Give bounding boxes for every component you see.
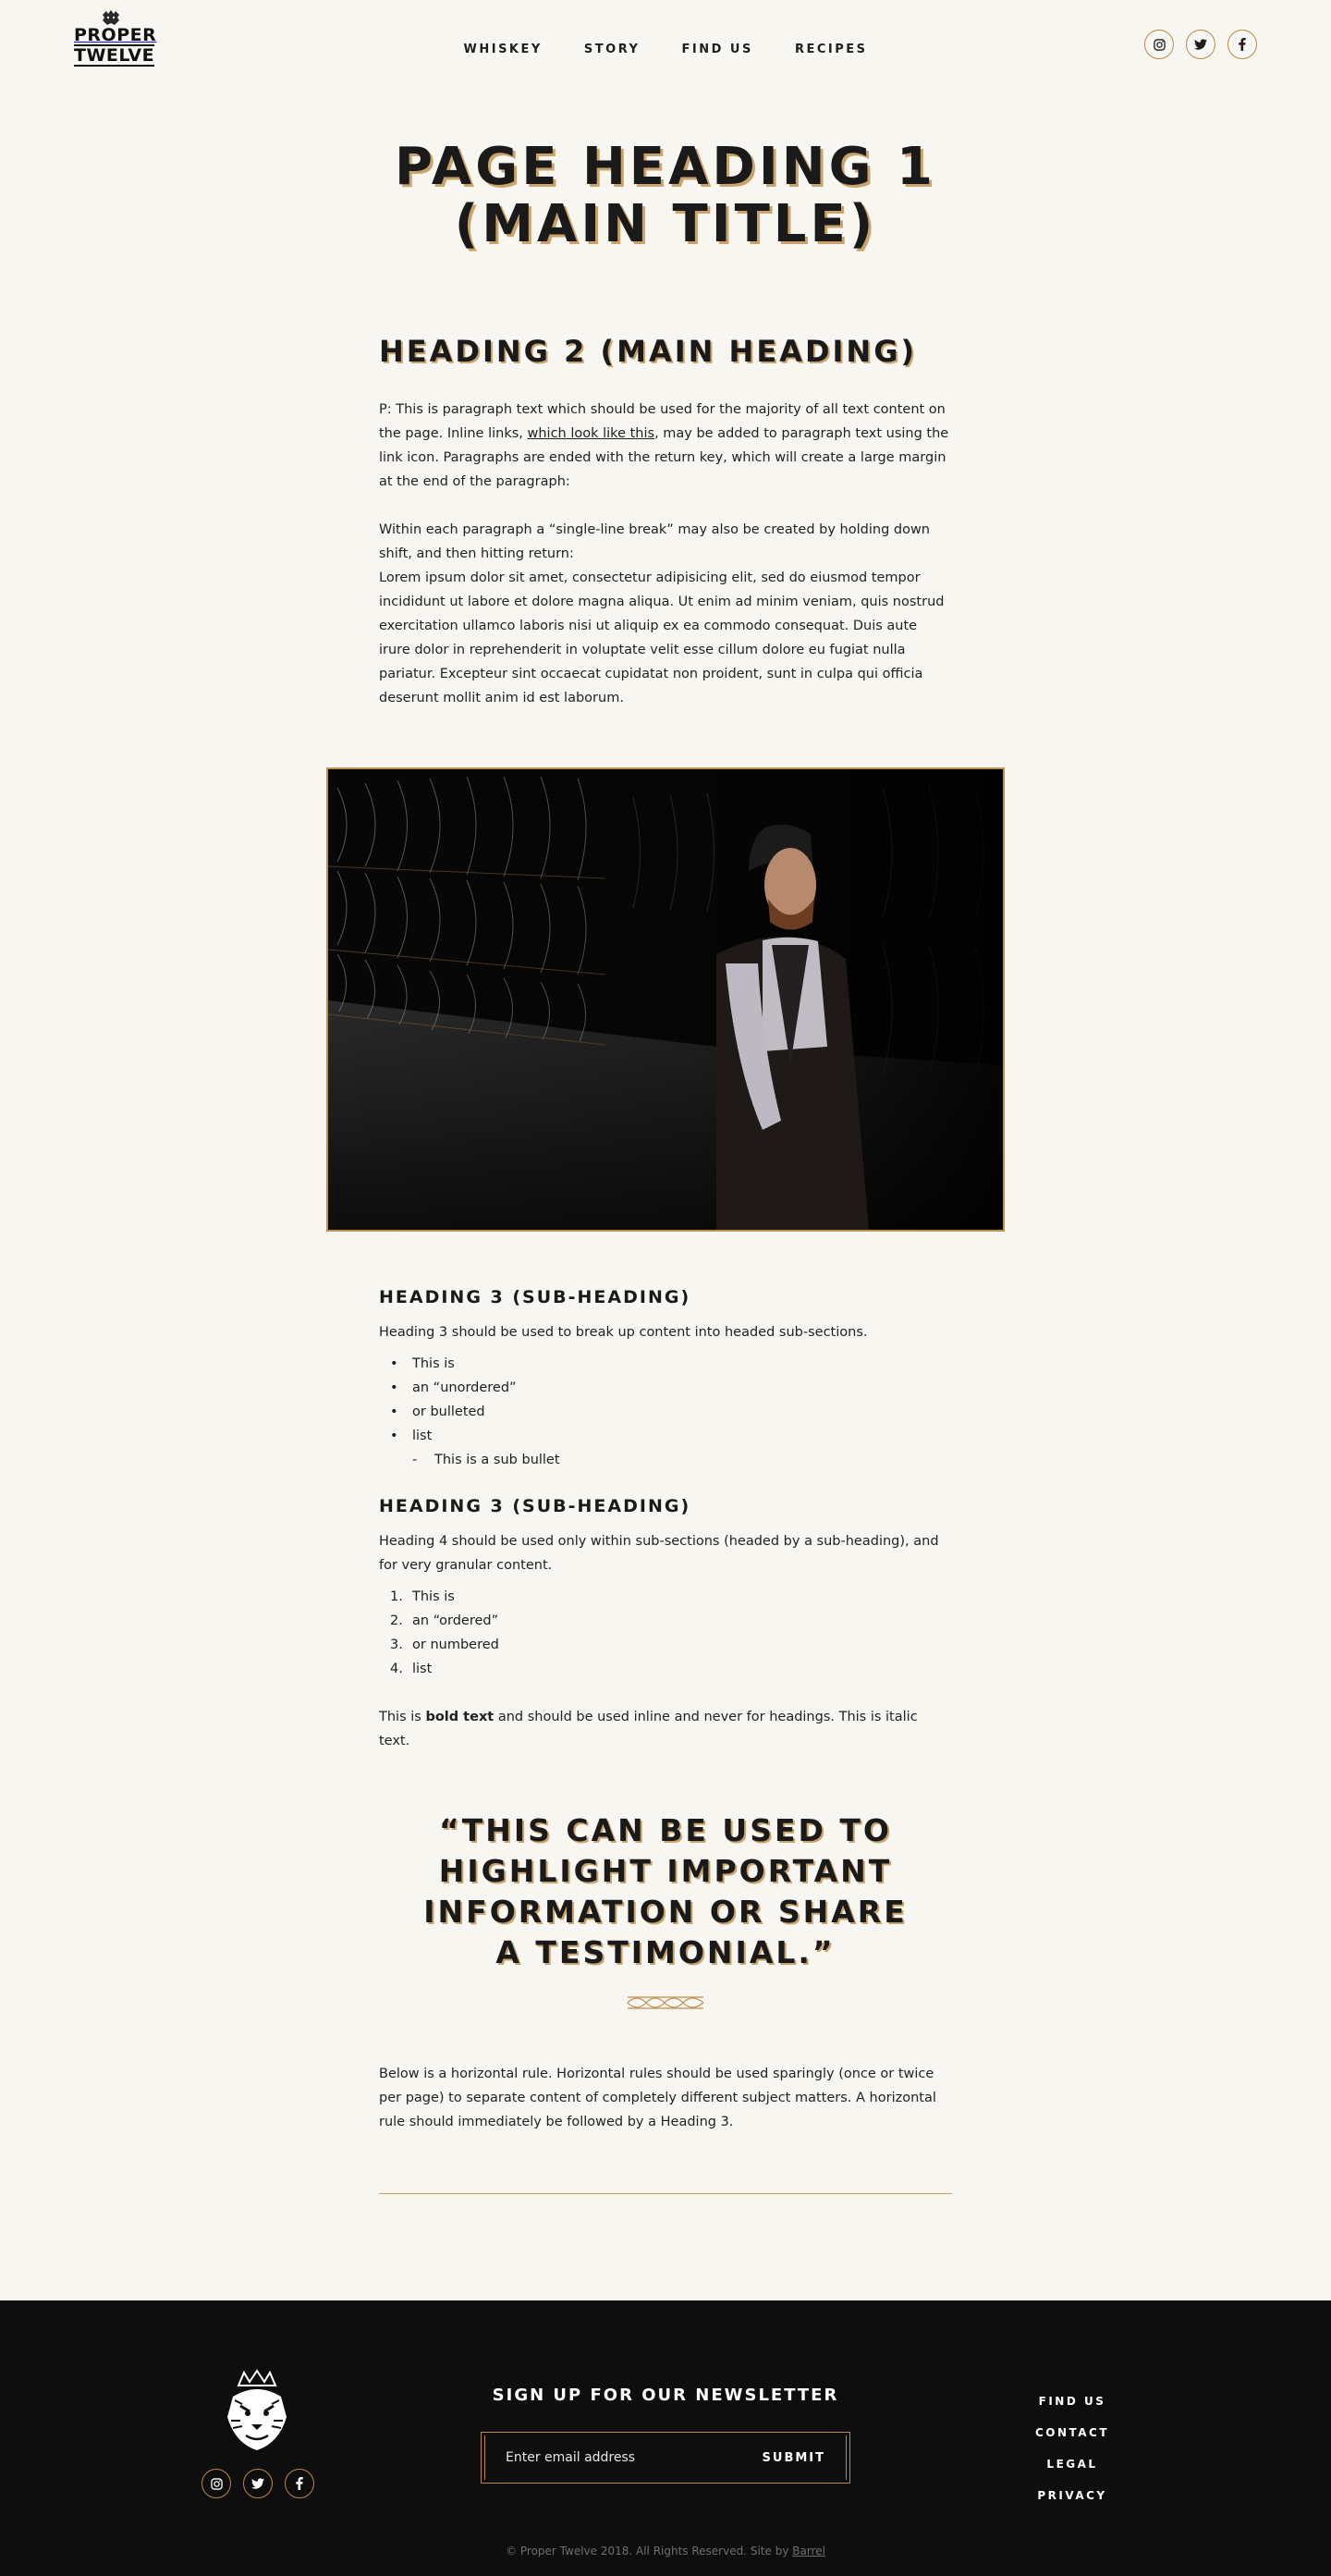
list-item: an “unordered” bbox=[390, 1376, 952, 1400]
page: PROPER TWELVE WHISKEY STORY FIND US RECI… bbox=[0, 0, 1331, 2576]
footer-link-legal[interactable]: LEGAL bbox=[1017, 2448, 1128, 2480]
list-text: This is bbox=[412, 1589, 455, 1604]
list-item: 1. This is bbox=[390, 1585, 952, 1609]
hr-section: Below is a horizontal rule. Horizontal r… bbox=[379, 2062, 952, 2194]
ornament-divider bbox=[407, 1993, 924, 2016]
nav-story[interactable]: STORY bbox=[584, 43, 641, 56]
instagram-button[interactable] bbox=[201, 2469, 231, 2498]
footer-nav: FIND US CONTACT LEGAL PRIVACY bbox=[1017, 2386, 1128, 2511]
nav-find-us[interactable]: FIND US bbox=[682, 43, 753, 56]
list-item: or bulleted bbox=[390, 1400, 952, 1424]
twitter-button[interactable] bbox=[1186, 30, 1215, 59]
lorem-paragraph: Within each paragraph a “single-line bre… bbox=[379, 518, 952, 710]
bold-text: bold text bbox=[425, 1710, 495, 1724]
barrel-warehouse-photo bbox=[328, 769, 1003, 1230]
facebook-button[interactable] bbox=[1227, 30, 1257, 59]
list-number: 2. bbox=[390, 1613, 403, 1628]
instagram-icon bbox=[210, 2477, 223, 2490]
list-item: 2. an “ordered” bbox=[390, 1609, 952, 1633]
facebook-icon bbox=[296, 2477, 303, 2490]
hero-image bbox=[326, 767, 1005, 1232]
list-item: This is bbox=[390, 1352, 952, 1376]
copyright: © Proper Twelve 2018. All Rights Reserve… bbox=[0, 2545, 1331, 2558]
twitter-button[interactable] bbox=[243, 2469, 273, 2498]
page-heading: PAGE HEADING 1 (MAIN TITLE) bbox=[394, 137, 937, 254]
email-input[interactable] bbox=[506, 2450, 718, 2465]
list-text: or numbered bbox=[412, 1638, 499, 1652]
subheading-2: HEADING 3 (SUB-HEADING) bbox=[379, 1496, 691, 1516]
testimonial-quote: “THIS CAN BE USED TO HIGHLIGHT IMPORTANT… bbox=[423, 1812, 908, 1970]
list-number: 4. bbox=[390, 1662, 403, 1676]
list-number: 3. bbox=[390, 1638, 403, 1652]
sub-list-item: This is a sub bullet bbox=[412, 1448, 952, 1472]
nav-recipes[interactable]: RECIPES bbox=[795, 43, 868, 56]
submit-button[interactable]: SUBMIT bbox=[763, 2451, 825, 2465]
heading-2: HEADING 2 (MAIN HEADING) bbox=[379, 334, 918, 369]
bold-text-paragraph: This is bold text and should be used inl… bbox=[379, 1705, 952, 1753]
copyright-text: © Proper Twelve 2018. All Rights Reserve… bbox=[506, 2545, 793, 2558]
list-number: 1. bbox=[390, 1589, 403, 1604]
sub-bullet-list: This is a sub bullet bbox=[379, 1448, 952, 1472]
footer-link-privacy[interactable]: PRIVACY bbox=[1017, 2480, 1128, 2511]
facebook-icon bbox=[1239, 38, 1246, 51]
newsletter-form: SUBMIT bbox=[481, 2432, 850, 2484]
list-item: 4. list bbox=[390, 1657, 952, 1681]
site-header: PROPER TWELVE WHISKEY STORY FIND US RECI… bbox=[0, 0, 1331, 102]
subheading-1-text: Heading 3 should be used to break up con… bbox=[379, 1325, 868, 1340]
inline-link[interactable]: which look like this bbox=[528, 426, 655, 441]
list-item: list bbox=[390, 1424, 952, 1448]
hr-note: Below is a horizontal rule. Horizontal r… bbox=[379, 2067, 936, 2129]
ordered-list: 1. This is 2. an “ordered” 3. or numbered 4… bbox=[379, 1585, 952, 1681]
main-content: PAGE HEADING 1 (MAIN TITLE) HEADING 2 (M… bbox=[379, 139, 952, 710]
list-text: an “ordered” bbox=[412, 1613, 499, 1628]
newsletter-title: SIGN UP FOR OUR NEWSLETTER bbox=[492, 2386, 839, 2405]
site-footer: SIGN UP FOR OUR NEWSLETTER SUBMIT FIND U… bbox=[0, 2300, 1331, 2576]
intro-paragraph: P: This is paragraph text which should b… bbox=[379, 398, 952, 494]
list-text: list bbox=[412, 1662, 433, 1676]
newsletter-field-frame: SUBMIT bbox=[484, 2435, 847, 2480]
list-item: 3. or numbered bbox=[390, 1633, 952, 1657]
subheading-1: HEADING 3 (SUB-HEADING) bbox=[379, 1287, 691, 1307]
testimonial: “THIS CAN BE USED TO HIGHLIGHT IMPORTANT… bbox=[407, 1810, 924, 2016]
tiger-logo-icon bbox=[227, 2369, 287, 2450]
footer-link-find-us[interactable]: FIND US bbox=[1017, 2386, 1128, 2417]
credit-link[interactable]: Barrel bbox=[792, 2545, 825, 2558]
footer-link-contact[interactable]: CONTACT bbox=[1017, 2417, 1128, 2448]
sub-sections: HEADING 3 (SUB-HEADING) Heading 3 should… bbox=[379, 1287, 952, 1753]
subheading-2-text: Heading 4 should be used only within sub… bbox=[379, 1534, 939, 1573]
twitter-icon bbox=[251, 2478, 264, 2489]
footer-social bbox=[201, 2469, 314, 2498]
instagram-button[interactable] bbox=[1144, 30, 1174, 59]
lattice-ornament-icon bbox=[627, 1996, 704, 2009]
bold-before: This is bbox=[379, 1710, 426, 1724]
nav-whiskey[interactable]: WHISKEY bbox=[464, 43, 543, 56]
header-social bbox=[1144, 30, 1257, 59]
tiger-crest-icon bbox=[103, 10, 119, 25]
unordered-list: This is an “unordered” or bulleted list bbox=[379, 1352, 952, 1448]
twitter-icon bbox=[1194, 39, 1207, 50]
main-nav: WHISKEY STORY FIND US RECIPES bbox=[0, 39, 1331, 56]
para2-line1: Within each paragraph a “single-line bre… bbox=[379, 522, 931, 561]
facebook-button[interactable] bbox=[285, 2469, 314, 2498]
instagram-icon bbox=[1153, 38, 1166, 51]
para2-line2: Lorem ipsum dolor sit amet, consectetur … bbox=[379, 570, 945, 705]
horizontal-rule bbox=[379, 2193, 952, 2194]
